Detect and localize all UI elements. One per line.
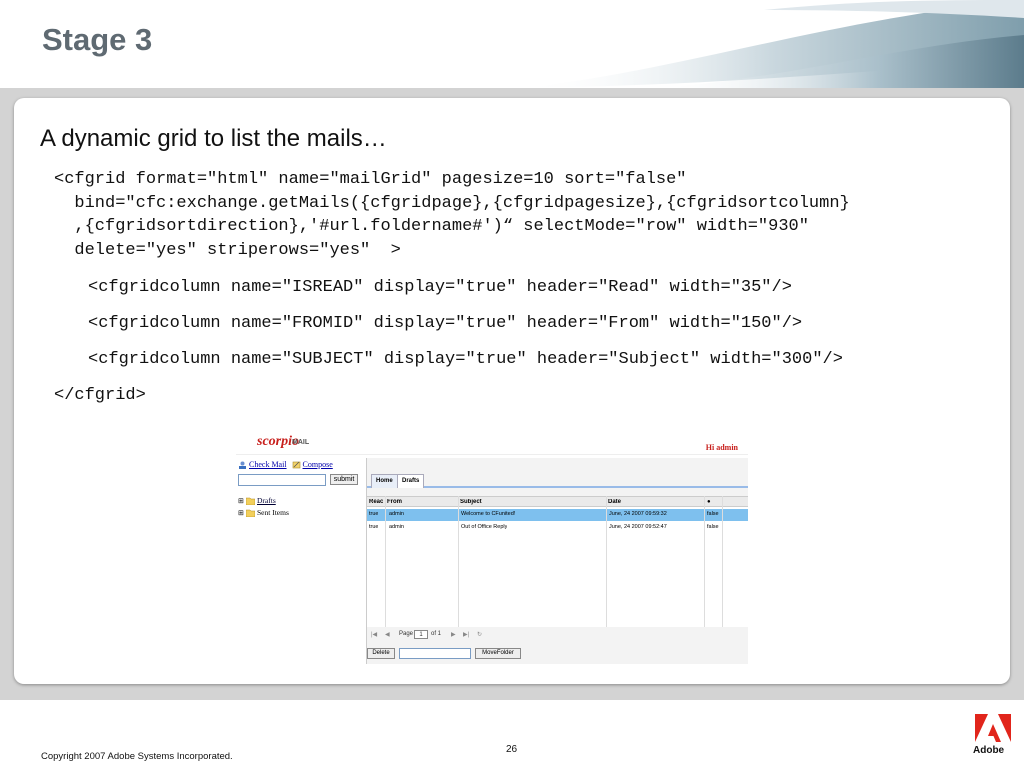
- column-divider: [722, 496, 723, 627]
- code-line: bind="cfc:exchange.getMails({cfgridpage}…: [54, 194, 850, 213]
- header-banner: Stage 3: [0, 0, 1024, 88]
- code-line: <cfgridcolumn name="ISREAD" display="tru…: [88, 278, 792, 297]
- cell-flag: false: [707, 511, 719, 517]
- code-line: <cfgrid format="html" name="mailGrid" pa…: [54, 170, 687, 189]
- mail-person-icon: [239, 461, 246, 470]
- page-label: Page: [399, 631, 414, 637]
- cell-date: June, 24 2007 09:52:47: [609, 524, 667, 530]
- mail-grid-panel: Home Drafts Reac From Subject Date ● tru…: [366, 458, 748, 664]
- move-folder-button[interactable]: MoveFolder: [475, 648, 521, 659]
- slide-heading: A dynamic grid to list the mails…: [40, 125, 387, 152]
- mail-app-screenshot: scorpio MAIL Hi admin Check Mail Compose…: [236, 432, 748, 664]
- move-folder-input[interactable]: [399, 648, 471, 659]
- column-header-subject[interactable]: Subject: [460, 499, 482, 505]
- copyright-text: Copyright 2007 Adobe Systems Incorporate…: [41, 751, 233, 762]
- app-logo-suffix: MAIL: [292, 439, 310, 446]
- check-mail-link[interactable]: Check Mail: [249, 460, 287, 469]
- code-line: </cfgrid>: [54, 386, 146, 405]
- page-of-label: of 1: [431, 631, 442, 637]
- folder-label: Sent Items: [257, 508, 289, 517]
- code-line: <cfgridcolumn name="FROMID" display="tru…: [88, 314, 803, 333]
- column-divider: [704, 496, 705, 627]
- column-divider: [606, 496, 607, 627]
- grid-pager: |◀ ◀ Page 1 of 1 ▶ ▶| ↻: [367, 630, 748, 642]
- cell-flag: false: [707, 524, 719, 530]
- adobe-wordmark: Adobe: [973, 745, 1005, 756]
- last-page-icon[interactable]: ▶|: [463, 631, 469, 638]
- banner-swoosh: [524, 0, 1024, 88]
- expand-icon[interactable]: ⊞: [238, 507, 246, 519]
- code-line: delete="yes" striperows="yes" >: [54, 241, 401, 260]
- tab-bar: Home Drafts: [367, 472, 748, 488]
- column-header-flag[interactable]: ●: [707, 499, 711, 505]
- code-line: <cfgridcolumn name="SUBJECT" display="tr…: [88, 350, 843, 369]
- header-divider: [236, 454, 748, 455]
- expand-icon[interactable]: ⊞: [238, 495, 246, 507]
- cell-from: admin: [389, 524, 404, 530]
- tab-drafts[interactable]: Drafts: [397, 474, 425, 488]
- cell-from: admin: [389, 511, 404, 517]
- column-header-read[interactable]: Reac: [369, 499, 383, 505]
- folder-icon: [246, 510, 255, 518]
- table-row[interactable]: true admin Out of Office Reply June, 24 …: [367, 522, 748, 534]
- folder-item-drafts[interactable]: ⊞ Drafts: [238, 495, 289, 507]
- tab-home[interactable]: Home: [371, 474, 398, 488]
- folder-item-sent[interactable]: ⊞ Sent Items: [238, 507, 289, 519]
- column-divider: [458, 496, 459, 627]
- cell-read: true: [369, 524, 379, 530]
- cell-date: June, 24 2007 09:59:32: [609, 511, 667, 517]
- side-links: Check Mail Compose: [238, 460, 333, 470]
- column-header-from[interactable]: From: [387, 499, 402, 505]
- submit-button[interactable]: submit: [330, 474, 358, 485]
- column-divider: [385, 496, 386, 627]
- page-number: 26: [506, 744, 518, 755]
- code-line: ,{cfgridsortdirection},'#url.foldername#…: [54, 217, 809, 236]
- table-row[interactable]: true admin Welcome to CFunited! June, 24…: [367, 509, 748, 521]
- delete-button[interactable]: Delete: [367, 648, 395, 659]
- folder-tree: ⊞ Drafts ⊞ Sent Items: [238, 495, 289, 519]
- cell-subject: Out of Office Reply: [461, 524, 508, 530]
- page-number-input[interactable]: 1: [414, 630, 428, 639]
- prev-page-icon[interactable]: ◀: [385, 631, 390, 638]
- cell-subject: Welcome to CFunited!: [461, 511, 516, 517]
- first-page-icon[interactable]: |◀: [371, 631, 377, 638]
- slide-title: Stage 3: [42, 22, 153, 57]
- folder-icon: [246, 498, 255, 506]
- cell-read: true: [369, 511, 379, 517]
- refresh-icon[interactable]: ↻: [477, 631, 482, 638]
- compose-link[interactable]: Compose: [303, 460, 333, 469]
- greeting: Hi admin: [705, 443, 738, 452]
- next-page-icon[interactable]: ▶: [451, 631, 456, 638]
- compose-icon: [292, 461, 300, 469]
- folder-label: Drafts: [257, 496, 276, 505]
- adobe-logo-icon: [975, 714, 1011, 742]
- search-input[interactable]: [238, 474, 326, 486]
- grid-actions: Delete MoveFolder: [367, 646, 748, 660]
- grid-header: Reac From Subject Date ●: [367, 496, 748, 507]
- column-header-date[interactable]: Date: [608, 499, 621, 505]
